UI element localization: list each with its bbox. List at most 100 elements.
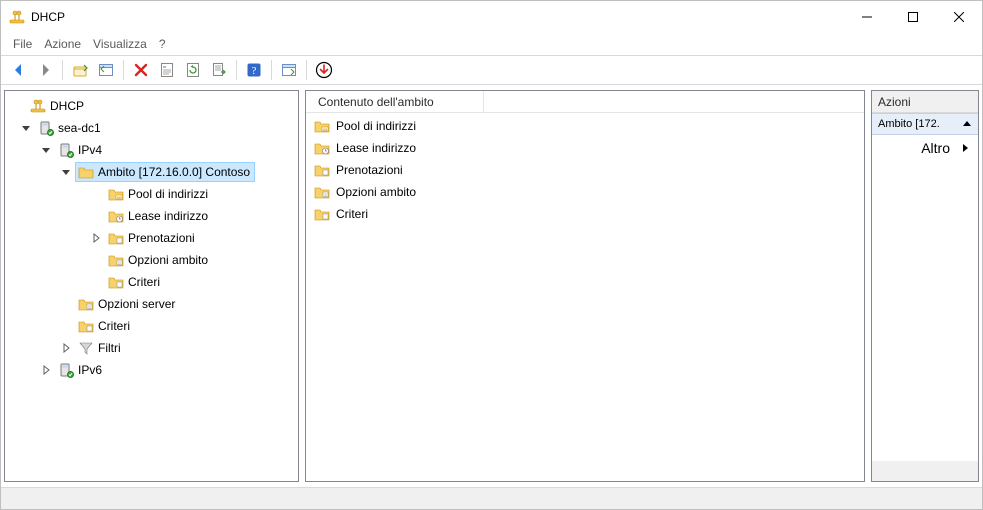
server-icon xyxy=(38,120,54,136)
folder-leases-icon xyxy=(108,208,124,224)
tree-node-scope-options[interactable]: Opzioni ambito xyxy=(5,249,298,271)
list-item-label: Lease indirizzo xyxy=(336,141,416,155)
expander-closed-icon[interactable] xyxy=(39,363,53,377)
toolbar-separator xyxy=(271,60,272,80)
tree-node-server-options[interactable]: Opzioni server xyxy=(5,293,298,315)
filter-icon xyxy=(78,340,94,356)
tree-node-ipv4[interactable]: IPv4 xyxy=(5,139,298,161)
tree-label: Criteri xyxy=(128,275,160,289)
up-button[interactable] xyxy=(68,58,92,82)
menu-action[interactable]: Azione xyxy=(40,35,85,53)
actions-group-label: Ambito [172. xyxy=(878,118,940,130)
folder-leases-icon xyxy=(314,140,330,156)
ipv6-icon xyxy=(58,362,74,378)
chevron-right-icon xyxy=(962,143,970,153)
folder-pool-icon xyxy=(314,118,330,134)
actions-item-label: Altro xyxy=(872,140,956,156)
folder-icon xyxy=(78,164,94,180)
expander-icon xyxy=(11,99,25,113)
expander-open-icon[interactable] xyxy=(19,121,33,135)
forward-button[interactable] xyxy=(33,58,57,82)
tree-pane: DHCP sea-dc1 xyxy=(4,90,299,482)
refresh-button[interactable] xyxy=(181,58,205,82)
menubar: File Azione Visualizza ? xyxy=(1,33,982,55)
close-button[interactable] xyxy=(936,1,982,33)
list-item-scope-options[interactable]: Opzioni ambito xyxy=(310,181,860,203)
menu-help[interactable]: ? xyxy=(155,35,170,53)
collapse-icon[interactable] xyxy=(962,119,972,129)
list-item-pool[interactable]: Pool di indirizzi xyxy=(310,115,860,137)
folder-policies-icon xyxy=(108,274,124,290)
record-button[interactable] xyxy=(312,58,336,82)
folder-options-icon xyxy=(314,184,330,200)
delete-button[interactable] xyxy=(129,58,153,82)
menu-file[interactable]: File xyxy=(9,35,36,53)
tree-node-reservations[interactable]: Prenotazioni xyxy=(5,227,298,249)
svg-text:?: ? xyxy=(252,65,257,77)
tree-label: IPv6 xyxy=(78,363,102,377)
tree-label: Prenotazioni xyxy=(128,231,195,245)
toolbar-separator xyxy=(306,60,307,80)
expander-closed-icon[interactable] xyxy=(59,341,73,355)
list-item-leases[interactable]: Lease indirizzo xyxy=(310,137,860,159)
dhcp-app-icon xyxy=(9,9,25,25)
list-item-policies[interactable]: Criteri xyxy=(310,203,860,225)
folder-options-icon xyxy=(108,252,124,268)
statusbar xyxy=(1,487,982,509)
show-hide-action-pane-button[interactable] xyxy=(277,58,301,82)
expander-none xyxy=(59,319,73,333)
tree-node-server-policies[interactable]: Criteri xyxy=(5,315,298,337)
help-button[interactable]: ? xyxy=(242,58,266,82)
ipv4-icon xyxy=(58,142,74,158)
expander-none xyxy=(89,209,103,223)
expander-none xyxy=(89,253,103,267)
folder-options-icon xyxy=(78,296,94,312)
toolbar-separator xyxy=(123,60,124,80)
list-item-label: Criteri xyxy=(336,207,368,221)
expander-none xyxy=(89,275,103,289)
list-item-label: Opzioni ambito xyxy=(336,185,416,199)
tree-node-dhcp-root[interactable]: DHCP xyxy=(5,95,298,117)
menu-view[interactable]: Visualizza xyxy=(89,35,151,53)
tree-node-address-leases[interactable]: Lease indirizzo xyxy=(5,205,298,227)
tree-node-policies[interactable]: Criteri xyxy=(5,271,298,293)
actions-group-header[interactable]: Ambito [172. xyxy=(872,113,978,135)
list-column-header[interactable]: Contenuto dell'ambito xyxy=(306,91,864,113)
tree-label: Ambito [172.16.0.0] Contoso xyxy=(98,165,250,179)
maximize-button[interactable] xyxy=(890,1,936,33)
folder-policies-icon xyxy=(78,318,94,334)
column-header-name[interactable]: Contenuto dell'ambito xyxy=(314,91,484,112)
actions-pane-header: Azioni xyxy=(872,91,978,113)
list-item-reservations[interactable]: Prenotazioni xyxy=(310,159,860,181)
window-title: DHCP xyxy=(31,10,65,24)
expander-none xyxy=(89,187,103,201)
back-button[interactable] xyxy=(7,58,31,82)
list-item-label: Prenotazioni xyxy=(336,163,403,177)
toolbar-separator xyxy=(236,60,237,80)
folder-reservations-icon xyxy=(314,162,330,178)
dhcp-app-icon xyxy=(30,98,46,114)
folder-policies-icon xyxy=(314,206,330,222)
tree-node-scope[interactable]: Ambito [172.16.0.0] Contoso xyxy=(5,161,298,183)
tree-label: DHCP xyxy=(50,99,84,113)
actions-item-more[interactable]: Altro xyxy=(872,135,978,161)
folder-pool-icon xyxy=(108,186,124,202)
tree-node-ipv6[interactable]: IPv6 xyxy=(5,359,298,381)
minimize-button[interactable] xyxy=(844,1,890,33)
tree-label: Criteri xyxy=(98,319,130,333)
expander-open-icon[interactable] xyxy=(39,143,53,157)
toolbar-separator xyxy=(62,60,63,80)
tree-node-server[interactable]: sea-dc1 xyxy=(5,117,298,139)
show-hide-tree-button[interactable] xyxy=(94,58,118,82)
tree-node-address-pool[interactable]: Pool di indirizzi xyxy=(5,183,298,205)
export-list-button[interactable] xyxy=(207,58,231,82)
properties-button[interactable] xyxy=(155,58,179,82)
expander-closed-icon[interactable] xyxy=(89,231,103,245)
expander-none xyxy=(59,297,73,311)
tree-label: sea-dc1 xyxy=(58,121,101,135)
tree-label: Filtri xyxy=(98,341,121,355)
main-content: DHCP sea-dc1 xyxy=(1,85,982,487)
tree-node-filters[interactable]: Filtri xyxy=(5,337,298,359)
expander-open-icon[interactable] xyxy=(59,165,73,179)
folder-reservations-icon xyxy=(108,230,124,246)
